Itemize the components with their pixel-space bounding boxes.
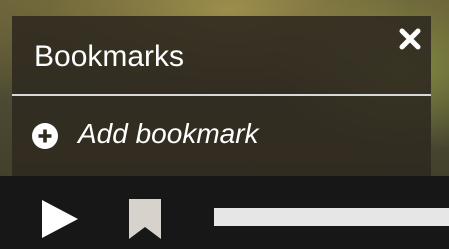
play-button[interactable]: [40, 198, 80, 240]
plus-circle-icon: [32, 123, 58, 149]
close-button[interactable]: [397, 26, 423, 52]
add-bookmark-label: Add bookmark: [78, 118, 259, 149]
close-icon: [399, 28, 421, 50]
add-bookmark-button[interactable]: Add bookmark: [12, 96, 431, 176]
bookmarks-panel: Bookmarks Add bookmark: [12, 16, 431, 176]
bookmark-button[interactable]: [128, 198, 162, 240]
bookmark-icon: [129, 199, 161, 239]
bookmarks-title: Bookmarks: [34, 40, 185, 73]
progress-bar[interactable]: [214, 208, 449, 226]
player-control-bar: [0, 176, 449, 249]
play-icon: [42, 200, 78, 238]
bookmarks-panel-header: Bookmarks: [12, 16, 431, 96]
